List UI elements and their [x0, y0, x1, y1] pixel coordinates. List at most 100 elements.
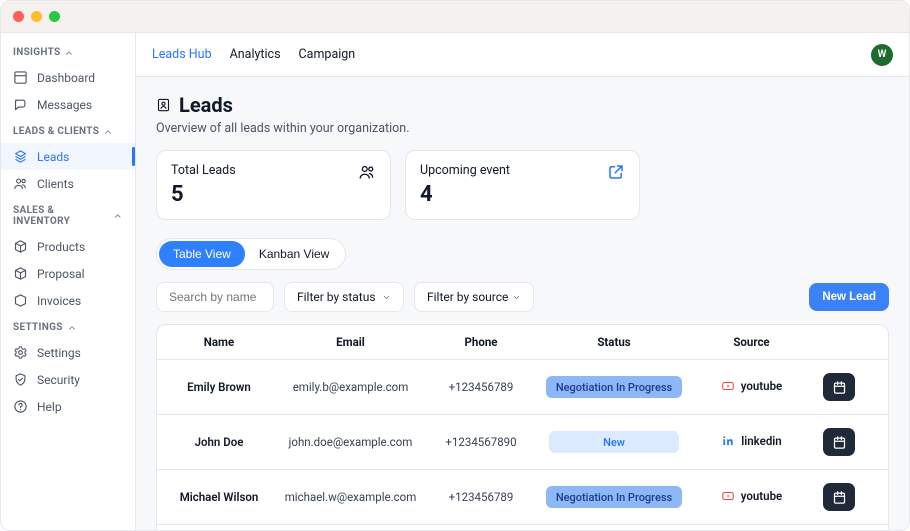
schedule-button[interactable]	[823, 373, 855, 401]
column-header-phone[interactable]: Phone	[428, 335, 534, 349]
column-header-status[interactable]: Status	[534, 335, 694, 349]
cell-source: youtube	[721, 489, 783, 503]
view-kanban-button[interactable]: Kanban View	[245, 241, 344, 267]
clients-icon	[13, 176, 28, 191]
row-more-button[interactable]	[879, 384, 889, 398]
proposal-icon	[13, 266, 28, 281]
chevron-up-icon	[67, 323, 77, 333]
sidebar-item-label: Proposal	[37, 267, 85, 281]
stat-card-title: Upcoming event	[420, 163, 510, 178]
cell-phone: +123456789	[428, 490, 534, 504]
sidebar-item-label: Clients	[37, 177, 74, 191]
cell-source: linkedin	[721, 434, 781, 448]
sidebar-item-label: Products	[37, 240, 85, 254]
sidebar-item-label: Messages	[37, 98, 92, 112]
search-input[interactable]	[156, 282, 274, 312]
messages-icon	[13, 97, 28, 112]
cell-source: youtube	[721, 379, 783, 393]
page-title: Leads	[179, 93, 233, 117]
sidebar-item-leads[interactable]: Leads	[1, 143, 135, 170]
chevron-up-icon	[113, 211, 123, 221]
contact-card-icon	[156, 96, 171, 114]
row-more-button[interactable]	[879, 439, 889, 453]
users-icon	[358, 163, 376, 181]
help-icon	[13, 399, 28, 414]
topnav-tab-leads-hub[interactable]: Leads Hub	[152, 43, 212, 66]
sidebar-group-label: SALES & INVENTORY	[13, 205, 109, 227]
view-table-button[interactable]: Table View	[159, 241, 245, 267]
external-icon[interactable]	[607, 163, 625, 181]
sidebar-group-header[interactable]: INSIGHTS	[1, 47, 135, 64]
stat-card-title: Total Leads	[171, 163, 236, 178]
user-avatar[interactable]: W	[871, 44, 893, 66]
search-input-field[interactable]	[169, 290, 261, 304]
table-row: David Johnsondavid.j@example.com+1234567…	[157, 524, 888, 530]
chevron-up-icon	[64, 48, 74, 58]
cell-name: John Doe	[165, 435, 273, 449]
window-close[interactable]	[13, 11, 24, 22]
calendar-icon	[832, 435, 847, 450]
page-subtitle: Overview of all leads within your organi…	[156, 121, 889, 136]
sidebar-item-label: Settings	[37, 346, 81, 360]
sidebar-item-security[interactable]: Security	[1, 366, 135, 393]
filter-source-select[interactable]: Filter by source	[414, 282, 534, 312]
topnav-tab-campaign[interactable]: Campaign	[299, 43, 356, 66]
sidebar-group-header[interactable]: SETTINGS	[1, 322, 135, 339]
sidebar-item-help[interactable]: Help	[1, 393, 135, 420]
sidebar-group-label: INSIGHTS	[13, 47, 60, 58]
sidebar-item-proposal[interactable]: Proposal	[1, 260, 135, 287]
cell-name: Emily Brown	[165, 380, 273, 394]
window-maximize[interactable]	[49, 11, 60, 22]
sidebar-group-header[interactable]: LEADS & CLIENTS	[1, 126, 135, 143]
youtube-icon	[721, 489, 735, 503]
dashboard-icon	[13, 70, 28, 85]
sidebar: INSIGHTS Dashboard Messages LEADS & CLIENTS…	[1, 33, 136, 530]
cell-name: Michael Wilson	[165, 490, 273, 504]
column-header-name[interactable]: Name	[165, 335, 273, 349]
topnav-tab-analytics[interactable]: Analytics	[230, 43, 281, 66]
filter-status-select[interactable]: Filter by status	[284, 282, 404, 312]
cell-email: john.doe@example.com	[273, 435, 428, 449]
top-nav: Leads Hub Analytics Campaign W	[136, 33, 909, 77]
settings-icon	[13, 345, 28, 360]
sidebar-item-label: Leads	[37, 150, 69, 164]
chevron-down-icon	[382, 293, 391, 302]
sidebar-group-label: SETTINGS	[13, 322, 63, 333]
table-row: Michael Wilsonmichael.w@example.com+1234…	[157, 469, 888, 524]
status-badge: New	[549, 431, 679, 453]
linkedin-icon	[721, 434, 735, 448]
cell-email: michael.w@example.com	[273, 490, 428, 504]
stat-card-value: 4	[420, 182, 510, 207]
status-badge: Negotiation In Progress	[546, 376, 682, 398]
window-titlebar	[1, 1, 909, 33]
new-lead-button[interactable]: New Lead	[809, 283, 889, 311]
filter-source-label: Filter by source	[427, 290, 508, 304]
chevron-down-icon	[512, 293, 521, 302]
sidebar-item-clients[interactable]: Clients	[1, 170, 135, 197]
window-minimize[interactable]	[31, 11, 42, 22]
status-badge: Negotiation In Progress	[546, 486, 682, 508]
sidebar-item-label: Help	[37, 400, 62, 414]
products-icon	[13, 239, 28, 254]
cell-phone: +1234567890	[428, 435, 534, 449]
calendar-icon	[832, 380, 847, 395]
sidebar-item-dashboard[interactable]: Dashboard	[1, 64, 135, 91]
stat-card-value: 5	[171, 182, 236, 207]
sidebar-item-settings[interactable]: Settings	[1, 339, 135, 366]
sidebar-item-label: Dashboard	[37, 71, 95, 85]
sidebar-group-header[interactable]: SALES & INVENTORY	[1, 205, 135, 233]
sidebar-item-products[interactable]: Products	[1, 233, 135, 260]
schedule-button[interactable]	[823, 483, 855, 511]
row-more-button[interactable]	[879, 494, 889, 508]
sidebar-item-label: Security	[37, 373, 80, 387]
column-header-source[interactable]: Source	[694, 335, 809, 349]
sidebar-item-invoices[interactable]: Invoices	[1, 287, 135, 314]
stat-card-upcoming-event: Upcoming event 4	[405, 150, 640, 220]
sidebar-group-label: LEADS & CLIENTS	[13, 126, 99, 137]
stat-card-total-leads: Total Leads 5	[156, 150, 391, 220]
schedule-button[interactable]	[823, 428, 855, 456]
chevron-up-icon	[103, 127, 113, 137]
invoices-icon	[13, 293, 28, 308]
column-header-email[interactable]: Email	[273, 335, 428, 349]
sidebar-item-messages[interactable]: Messages	[1, 91, 135, 118]
